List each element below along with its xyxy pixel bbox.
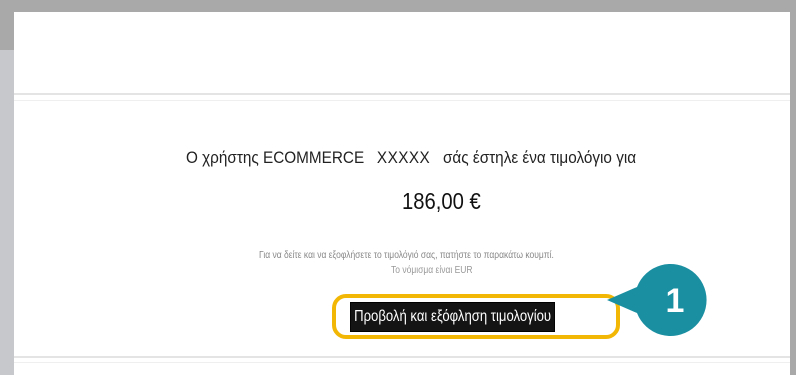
view-and-pay-invoice-button[interactable]: Προβολή και εξόφληση τιμολογίου — [350, 302, 556, 332]
message-suffix: σάς έστηλε ένα τιμολόγιο για — [442, 148, 637, 167]
callout-number: 1 — [665, 282, 685, 320]
instructions-text: Για να δείτε και να εξοφλήσετε το τιμολό… — [259, 250, 554, 261]
invoice-amount: 186,00 € — [402, 188, 481, 214]
footer-divider — [14, 356, 790, 358]
header-divider-secondary — [14, 100, 790, 101]
header-divider — [14, 93, 790, 95]
currency-note: Το νόμισμα είναι EUR — [391, 265, 473, 276]
invoice-message: Ο χρήστης ECOMMERCE XXXXX σάς έστηλε ένα… — [186, 148, 636, 168]
footer-divider-secondary — [14, 362, 790, 363]
left-strip — [0, 50, 14, 375]
message-prefix: Ο χρήστης ECOMMERCE — [186, 148, 365, 167]
masked-sender: XXXXX — [376, 148, 431, 167]
